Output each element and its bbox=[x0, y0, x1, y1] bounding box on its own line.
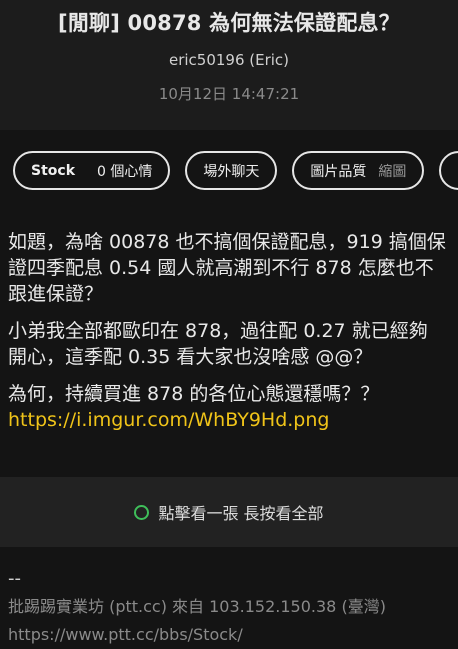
chip-row: Stock 0 個心情 場外聊天 圖片品質 縮圖 bbox=[13, 151, 458, 190]
signature: -- 批踢踢實業坊 (ptt.cc) 來自 103.152.150.38 (臺灣… bbox=[8, 565, 386, 649]
board-mood-chip[interactable]: Stock 0 個心情 bbox=[13, 151, 171, 190]
post-author[interactable]: eric50196 (Eric) bbox=[0, 51, 458, 69]
image-view-bar[interactable]: 點擊看一張 長按看全部 bbox=[0, 477, 458, 547]
image-quality-chip[interactable]: 圖片品質 縮圖 bbox=[292, 151, 425, 190]
body-paragraph: 如題，為啥 00878 也不搞個保證配息，919 搞個保證四季配息 0.54 國… bbox=[8, 231, 446, 305]
image-link[interactable]: https://i.imgur.com/WhBY9Hd.png bbox=[8, 409, 329, 431]
mood-count: 0 個心情 bbox=[97, 163, 153, 180]
image-quality-label: 圖片品質 bbox=[310, 163, 367, 180]
post-timestamp: 10月12日 14:47:21 bbox=[158, 85, 300, 103]
board-name: Stock bbox=[31, 162, 76, 179]
body-paragraph: 小弟我全部都歐印在 878，過往配 0.27 就已經夠開心，這季配 0.35 看… bbox=[8, 320, 428, 368]
offtopic-chip[interactable]: 場外聊天 bbox=[185, 151, 278, 190]
image-quality-value: 縮圖 bbox=[378, 163, 407, 180]
post-title: [閒聊] 00878 為何無法保證配息？ bbox=[58, 11, 400, 35]
signature-url[interactable]: https://www.ptt.cc/bbs/Stock/ bbox=[8, 621, 386, 649]
body-text: 為何，持續買進 878 的各位心態還穩嗎？？ bbox=[8, 383, 380, 405]
circle-icon bbox=[134, 504, 150, 520]
post-body: 如題，為啥 00878 也不搞個保證配息，919 搞個保證四季配息 0.54 國… bbox=[8, 229, 446, 444]
offtopic-label: 場外聊天 bbox=[203, 163, 260, 180]
more-chip[interactable] bbox=[439, 151, 458, 190]
body-paragraph: 為何，持續買進 878 的各位心態還穩嗎？？ https://i.imgur.c… bbox=[8, 381, 446, 433]
signature-source: 批踢踢實業坊 (ptt.cc) 來自 103.152.150.38 (臺灣) bbox=[8, 597, 386, 616]
post-header: [閒聊] 00878 為何無法保證配息？ eric50196 (Eric) 10… bbox=[0, 0, 458, 130]
image-view-label: 點擊看一張 長按看全部 bbox=[158, 504, 324, 523]
signature-divider: -- bbox=[8, 568, 21, 589]
